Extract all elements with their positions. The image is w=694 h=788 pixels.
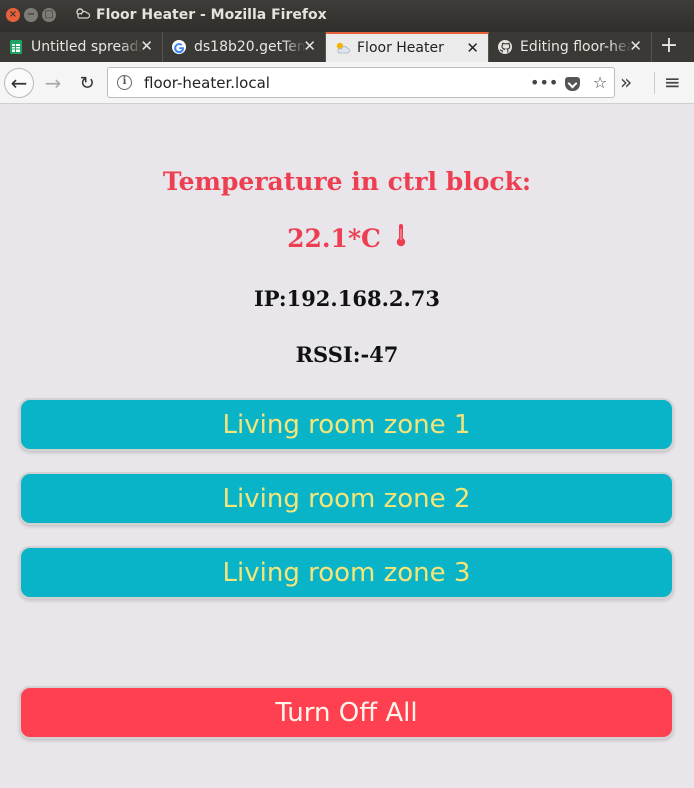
- pocket-icon: [564, 76, 580, 91]
- arrow-right-icon: →: [44, 71, 62, 95]
- tab-label: Floor Heater: [357, 40, 444, 56]
- zone-1-button[interactable]: Living room zone 1: [19, 398, 674, 451]
- info-icon[interactable]: i: [117, 75, 132, 90]
- temperature-reading: 22.1*C: [0, 223, 694, 253]
- temperature-value: 22.1*C: [287, 224, 381, 253]
- tab-editing-floor-heater[interactable]: Editing floor-heater ✕: [489, 32, 652, 62]
- turn-off-all-button[interactable]: Turn Off All: [19, 686, 674, 739]
- close-icon[interactable]: ✕: [140, 37, 153, 55]
- page-content: Temperature in ctrl block: 22.1*C IP:192…: [0, 105, 694, 788]
- zone-2-button[interactable]: Living room zone 2: [19, 472, 674, 525]
- hamburger-menu-button[interactable]: ≡: [664, 70, 681, 94]
- url-text[interactable]: floor-heater.local: [144, 74, 530, 92]
- tab-bar: Untitled spreadsheet ✕ ds18b20.getTemp ✕…: [0, 32, 694, 62]
- pocket-button[interactable]: [558, 73, 586, 92]
- weather-icon: [74, 7, 91, 23]
- tab-untitled-spreadsheet[interactable]: Untitled spreadsheet ✕: [0, 32, 163, 62]
- navigation-toolbar: ← → ↻ i floor-heater.local ••• ☆ » ≡: [0, 62, 694, 104]
- zone-3-button[interactable]: Living room zone 3: [19, 546, 674, 599]
- page-actions-button[interactable]: •••: [530, 73, 558, 92]
- close-icon[interactable]: ✕: [466, 39, 479, 57]
- bookmark-star-button[interactable]: ☆: [586, 73, 614, 92]
- window-minimize-button[interactable]: −: [24, 8, 38, 22]
- new-tab-button[interactable]: +: [652, 32, 686, 62]
- window-controls: × − □: [6, 8, 56, 22]
- ip-address: IP:192.168.2.73: [253, 286, 441, 311]
- weather-icon: [334, 40, 350, 56]
- tab-label: Untitled spreadsheet: [31, 39, 143, 55]
- google-icon: [171, 39, 187, 55]
- toolbar-separator: [654, 72, 655, 94]
- close-icon[interactable]: ✕: [303, 37, 316, 55]
- tab-floor-heater[interactable]: Floor Heater ✕: [326, 32, 489, 62]
- rssi-value: RSSI:-47: [295, 342, 399, 367]
- sheets-icon: [8, 39, 24, 55]
- thermometer-icon: [395, 223, 407, 253]
- window-close-button[interactable]: ×: [6, 8, 20, 22]
- window-title: Floor Heater - Mozilla Firefox: [96, 7, 327, 23]
- url-bar[interactable]: i floor-heater.local ••• ☆: [107, 67, 615, 98]
- overflow-menu-button[interactable]: »: [620, 70, 632, 94]
- github-icon: [497, 39, 513, 55]
- temperature-title: Temperature in ctrl block:: [162, 167, 532, 196]
- back-button[interactable]: ←: [4, 68, 34, 98]
- arrow-left-icon: ←: [10, 71, 28, 95]
- reload-icon: ↻: [79, 72, 95, 94]
- forward-button[interactable]: →: [38, 68, 68, 98]
- window-maximize-button[interactable]: □: [42, 8, 56, 22]
- tab-label: ds18b20.getTemp: [194, 39, 306, 55]
- tab-label: Editing floor-heater: [520, 39, 632, 55]
- window-title-area: Floor Heater - Mozilla Firefox: [74, 7, 327, 23]
- reload-button[interactable]: ↻: [72, 68, 102, 98]
- close-icon[interactable]: ✕: [629, 37, 642, 55]
- window-titlebar: × − □ Floor Heater - Mozilla Firefox: [0, 0, 694, 32]
- tab-ds18b20[interactable]: ds18b20.getTemp ✕: [163, 32, 326, 62]
